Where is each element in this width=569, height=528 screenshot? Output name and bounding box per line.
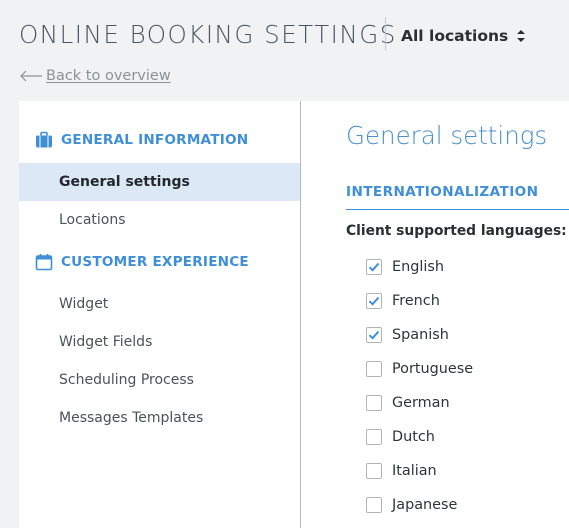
settings-sidebar: GENERAL INFORMATION General settings Loc… [19,101,301,528]
section-heading-internationalization: INTERNATIONALIZATION [346,184,539,200]
sidebar-item-widget[interactable]: Widget [19,285,300,323]
checkmark-icon [368,296,380,306]
page-title: ONLINE BOOKING SETTINGS [19,20,397,49]
settings-main-panel: General settings INTERNATIONALIZATION Cl… [301,101,569,528]
briefcase-icon [36,131,52,148]
checkmark-icon [368,330,380,340]
language-label: English [392,259,444,275]
checkbox[interactable] [366,497,382,513]
sidebar-section-customer-experience: CUSTOMER EXPERIENCE [35,253,249,271]
checkbox[interactable] [366,327,382,343]
language-option-spanish[interactable]: Spanish [366,327,449,343]
language-option-portuguese[interactable]: Portuguese [366,361,473,377]
checkmark-icon [368,262,380,272]
language-option-japanese[interactable]: Japanese [366,497,457,513]
sidebar-item-messages-templates[interactable]: Messages Templates [19,399,300,437]
language-option-german[interactable]: German [366,395,450,411]
language-label: German [392,395,450,411]
language-option-italian[interactable]: Italian [366,463,437,479]
checkbox[interactable] [366,429,382,445]
checkbox[interactable] [366,361,382,377]
arrow-left-icon [20,70,42,82]
language-label: Spanish [392,327,449,343]
languages-field-label: Client supported languages: [346,223,567,239]
sidebar-section-title: GENERAL INFORMATION [61,132,249,148]
back-link-label: Back to overview [46,68,171,84]
calendar-icon [35,254,53,271]
checkbox[interactable] [366,463,382,479]
language-label: Japanese [392,497,458,513]
location-selector[interactable]: All locations [401,27,526,45]
sidebar-item-scheduling-process[interactable]: Scheduling Process [19,361,300,399]
sidebar-section-general-information: GENERAL INFORMATION [35,131,248,149]
location-selector-value: All locations [401,27,509,45]
back-to-overview-link[interactable]: Back to overview [19,68,171,84]
sidebar-item-widget-fields[interactable]: Widget Fields [19,323,300,361]
language-label: Dutch [392,429,435,445]
language-label: French [392,293,440,309]
checkbox[interactable] [366,293,382,309]
language-option-english[interactable]: English [366,259,444,275]
language-option-dutch[interactable]: Dutch [366,429,435,445]
up-down-chevron-icon [517,30,526,42]
title-divider [385,17,386,51]
panel-title: General settings [346,121,548,150]
language-option-french[interactable]: French [366,293,440,309]
checkbox[interactable] [366,259,382,275]
checkbox[interactable] [366,395,382,411]
sidebar-item-general-settings[interactable]: General settings [19,163,300,201]
language-label: Italian [392,463,437,479]
language-label: Portuguese [392,361,474,377]
sidebar-item-locations[interactable]: Locations [19,201,300,239]
section-divider [346,209,569,210]
sidebar-section-title: CUSTOMER EXPERIENCE [61,254,249,270]
